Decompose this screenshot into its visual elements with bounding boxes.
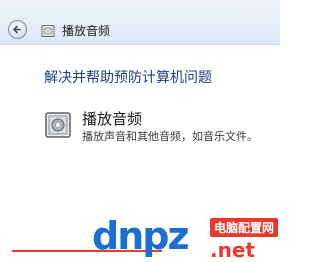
watermark-text: 电脑配置网 .net <box>210 218 278 261</box>
window-title: 播放音频 <box>62 24 111 38</box>
title-bar: 播放音频 <box>0 0 280 45</box>
watermark-domain: .net <box>210 238 255 262</box>
audio-device-icon <box>44 111 72 139</box>
watermark-logo: dnpz <box>92 214 190 258</box>
item-title[interactable]: 播放音频 <box>82 108 142 129</box>
page-heading: 解决并帮助预防计算机问题 <box>44 70 212 86</box>
item-description: 播放声音和其他音频，如音乐文件。 <box>82 130 258 143</box>
watermark-site-name: 电脑配置网 <box>210 218 278 237</box>
control-panel-icon <box>41 23 55 37</box>
back-button[interactable] <box>8 20 27 39</box>
site-watermark: dnpz 电脑配置网 .net <box>92 214 278 261</box>
